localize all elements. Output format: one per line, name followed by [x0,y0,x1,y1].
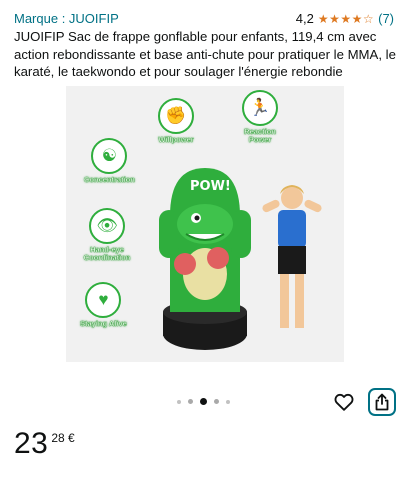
carousel-dot-active[interactable] [199,398,207,405]
badge-reaction: 🏃 Reaction Power [236,90,284,144]
price: 23 28 € [14,428,75,460]
rating-stars-icon: ★★★★☆ [317,11,375,26]
meditation-icon: ☯ [91,138,128,174]
share-button[interactable] [368,388,396,416]
carousel-dot[interactable] [187,399,193,404]
carousel-dot[interactable] [176,399,181,404]
share-icon [375,393,389,411]
price-whole: 23 [14,427,49,460]
product-title: JUOIFIP Sac de frappe gonflable pour enf… [14,29,396,79]
rating-count[interactable]: (7) [378,11,394,26]
rating-summary[interactable]: 4,2 ★★★★☆ (7) [296,11,394,26]
badge-alive: ♥ Staying Alive [80,282,127,328]
muscle-icon: ✊ [158,98,194,134]
heart-pulse-icon: ♥ [85,282,122,318]
price-fraction: 28 € [51,431,75,445]
product-image[interactable]: POW! ✊ Willpower 🏃 Reaction Power ☯ Conc… [66,86,344,362]
badge-handeye: 👁 Hand-eye Coordination [76,208,138,262]
badge-willpower: ✊ Willpower [158,98,194,144]
eye-hand-icon: 👁 [89,208,125,244]
wishlist-heart-icon[interactable] [333,391,355,413]
rating-value: 4,2 [295,11,314,26]
brand-link[interactable]: Marque : JUOIFIP [14,11,119,26]
pow-text: POW! [190,179,231,194]
runner-icon: 🏃 [242,90,278,126]
carousel-dot[interactable] [225,399,230,404]
carousel-dot[interactable] [213,399,219,404]
badge-concentration: ☯ Concentration [84,138,135,184]
brand-rating-row: Marque : JUOIFIP 4,2 ★★★★☆ (7) [14,11,394,27]
